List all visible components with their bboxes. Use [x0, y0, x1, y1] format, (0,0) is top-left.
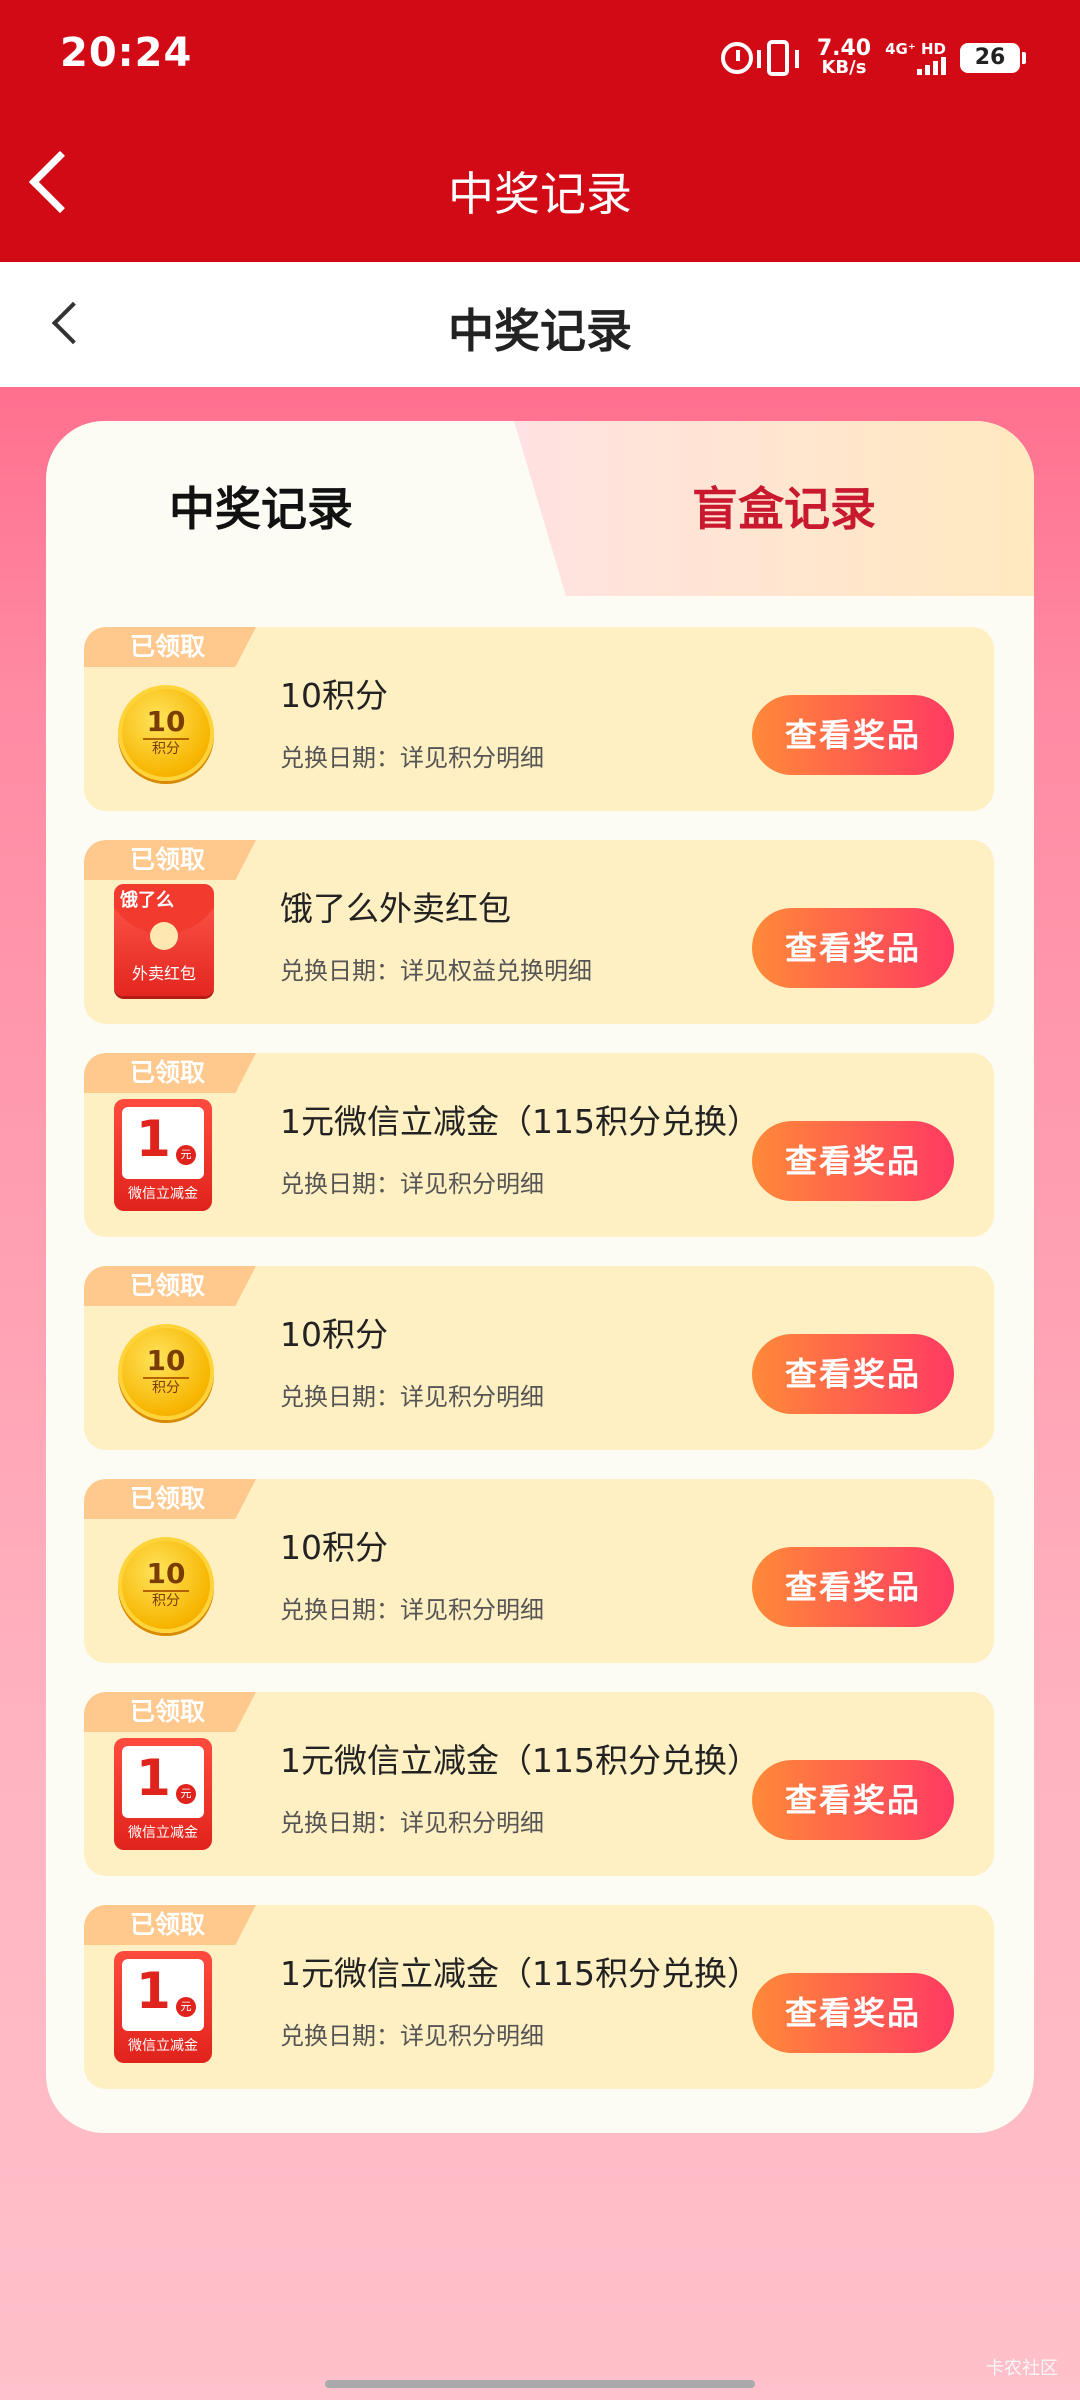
cash-amount: 1: [136, 1749, 171, 1807]
envelope-caption: 外卖红包: [131, 964, 196, 983]
app-header: 20:24 7.40 KB/s 4G⁺ HD 26 中奖记录: [0, 0, 1080, 262]
alarm-icon: [720, 42, 753, 74]
signal-bars: [917, 57, 946, 75]
cash-unit: 元: [176, 1997, 196, 2017]
net-speed-unit: KB/s: [821, 56, 867, 78]
record-item: 已领取 10 积分 10积分 兑换日期：详见积分明细 查看奖品: [84, 1266, 994, 1450]
record-detail: 兑换日期：详见积分明细: [280, 2022, 544, 2050]
page-title: 中奖记录: [448, 167, 632, 221]
watermark: 卡农社区: [986, 2358, 1058, 2379]
claimed-badge: 已领取: [84, 1905, 256, 1945]
record-detail: 兑换日期：详见积分明细: [280, 1809, 544, 1837]
record-title: 10积分: [280, 676, 388, 715]
coin-amount: 10: [142, 708, 190, 740]
coin-icon: 10 积分: [114, 1318, 218, 1426]
vibrate-icon: [756, 40, 799, 76]
record-detail: 兑换日期：详见积分明细: [280, 744, 544, 772]
cash-amount: 1: [136, 1110, 171, 1168]
envelope-brand: 饿了么: [120, 890, 174, 911]
record-title: 1元微信立减金（115积分兑换）: [280, 1741, 760, 1780]
record-detail: 兑换日期：详见积分明细: [280, 1596, 544, 1624]
coin-amount: 10: [142, 1347, 190, 1379]
sub-header: 中奖记录: [0, 262, 1080, 387]
view-prize-button[interactable]: 查看奖品: [752, 1121, 954, 1201]
record-title: 10积分: [280, 1315, 388, 1354]
cash-caption: 微信立减金: [128, 1186, 198, 1202]
record-item: 已领取 10 积分 10积分 兑换日期：详见积分明细 查看奖品: [84, 627, 994, 811]
record-item: 已领取 1 元 微信立减金 1元微信立减金（115积分兑换） 兑换日期：详见积分…: [84, 1053, 994, 1237]
claimed-badge: 已领取: [84, 1266, 256, 1306]
records-card: 中奖记录 盲盒记录 已领取 10 积分 10积分 兑换日期：详见积分明细 查看奖品…: [46, 421, 1034, 2133]
record-detail: 兑换日期：详见积分明细: [280, 1170, 544, 1198]
record-detail: 兑换日期：详见积分明细: [280, 1383, 544, 1411]
claimed-badge: 已领取: [84, 1692, 256, 1732]
coin-unit: 积分: [152, 1593, 180, 1609]
record-title: 饿了么外卖红包: [280, 889, 511, 928]
tab-blindbox-records[interactable]: 盲盒记录: [534, 473, 1034, 539]
view-prize-button[interactable]: 查看奖品: [752, 695, 954, 775]
record-title: 10积分: [280, 1528, 388, 1567]
cash-unit: 元: [176, 1145, 196, 1165]
record-detail: 兑换日期：详见权益兑换明细: [280, 957, 592, 985]
record-title: 1元微信立减金（115积分兑换）: [280, 1102, 760, 1141]
net-speed: 7.40 KB/s: [817, 37, 871, 78]
red-envelope-icon: 饿了么 外卖红包: [114, 884, 218, 1000]
claimed-badge: 已领取: [84, 627, 256, 667]
coin-amount: 10: [142, 1560, 190, 1592]
cash-amount: 1: [136, 1962, 171, 2020]
signal-icon: 4G⁺ HD: [885, 41, 946, 75]
tab-winning-records[interactable]: 中奖记录: [46, 473, 476, 539]
view-prize-button[interactable]: 查看奖品: [752, 1760, 954, 1840]
coin-unit: 积分: [152, 1380, 180, 1396]
cash-caption: 微信立减金: [128, 1825, 198, 1841]
record-item: 已领取 1 元 微信立减金 1元微信立减金（115积分兑换） 兑换日期：详见积分…: [84, 1905, 994, 2089]
record-item: 已领取 饿了么 外卖红包 饿了么外卖红包 兑换日期：详见权益兑换明细 查看奖品: [84, 840, 994, 1024]
home-indicator[interactable]: [325, 2380, 755, 2388]
claimed-badge: 已领取: [84, 840, 256, 880]
claimed-badge: 已领取: [84, 1053, 256, 1093]
wechat-cash-icon: 1 元 微信立减金: [114, 1738, 218, 1852]
coin-unit: 积分: [152, 741, 180, 757]
network-type: 4G⁺ HD: [885, 40, 946, 58]
wechat-cash-icon: 1 元 微信立减金: [114, 1099, 218, 1213]
coin-icon: 10 积分: [114, 1531, 218, 1639]
cash-unit: 元: [176, 1784, 196, 1804]
view-prize-button[interactable]: 查看奖品: [752, 1334, 954, 1414]
view-prize-button[interactable]: 查看奖品: [752, 1973, 954, 2053]
sub-title: 中奖记录: [448, 304, 632, 358]
record-title: 1元微信立减金（115积分兑换）: [280, 1954, 760, 1993]
cash-caption: 微信立减金: [128, 2038, 198, 2054]
record-item: 已领取 1 元 微信立减金 1元微信立减金（115积分兑换） 兑换日期：详见积分…: [84, 1692, 994, 1876]
view-prize-button[interactable]: 查看奖品: [752, 1547, 954, 1627]
coin-icon: 10 积分: [114, 679, 218, 787]
wechat-cash-icon: 1 元 微信立减金: [114, 1951, 218, 2065]
record-item: 已领取 10 积分 10积分 兑换日期：详见积分明细 查看奖品: [84, 1479, 994, 1663]
view-prize-button[interactable]: 查看奖品: [752, 908, 954, 988]
status-time: 20:24: [60, 30, 193, 76]
records-list: 已领取 10 积分 10积分 兑换日期：详见积分明细 查看奖品 已领取 饿了么 外…: [84, 627, 994, 2118]
status-icons: 7.40 KB/s 4G⁺ HD 26: [720, 34, 1026, 82]
claimed-badge: 已领取: [84, 1479, 256, 1519]
battery-icon: 26: [960, 43, 1026, 73]
